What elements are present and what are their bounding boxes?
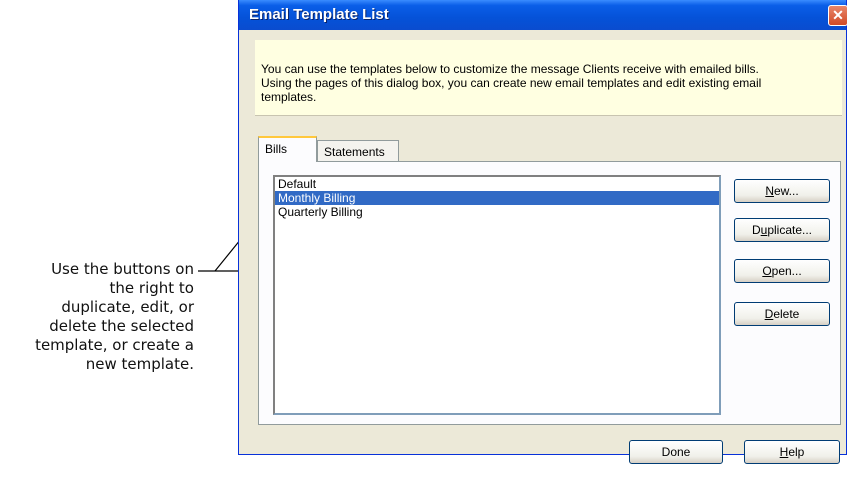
- open-button[interactable]: Open...: [734, 259, 830, 283]
- duplicate-button[interactable]: Duplicate...: [734, 218, 830, 242]
- close-icon: ✕: [832, 7, 844, 23]
- tab-bills[interactable]: Bills: [258, 136, 317, 162]
- delete-mnemonic: D: [764, 307, 774, 321]
- list-item[interactable]: Default: [275, 177, 719, 191]
- info-line: Using the pages of this dialog box, you …: [261, 76, 762, 90]
- tab-statements[interactable]: Statements: [317, 140, 399, 162]
- title-bar[interactable]: Email Template List ✕: [239, 0, 847, 30]
- list-item-selected[interactable]: Monthly Billing: [275, 191, 719, 205]
- delete-label: elete: [773, 307, 800, 321]
- delete-button[interactable]: Delete: [734, 302, 830, 326]
- new-label: ew...: [773, 184, 799, 198]
- duplicate-label: plicate...: [767, 223, 813, 237]
- help-button[interactable]: Help: [744, 440, 840, 464]
- close-button[interactable]: ✕: [828, 5, 847, 26]
- dialog-title: Email Template List: [249, 6, 389, 23]
- template-listbox[interactable]: Default Monthly Billing Quarterly Billin…: [273, 175, 721, 415]
- email-template-dialog: Email Template List ✕ You can use the te…: [238, 0, 847, 464]
- new-mnemonic: N: [765, 184, 774, 198]
- info-line: You can use the templates below to custo…: [261, 62, 759, 76]
- open-mnemonic: O: [762, 264, 772, 278]
- done-label: Done: [661, 445, 691, 459]
- info-line: templates.: [261, 90, 317, 104]
- new-button[interactable]: New...: [734, 179, 830, 203]
- tab-bills-label: Bills: [265, 142, 288, 156]
- list-item[interactable]: Quarterly Billing: [275, 205, 719, 219]
- done-button[interactable]: Done: [629, 440, 723, 464]
- info-banner: You can use the templates below to custo…: [255, 40, 842, 116]
- help-label: elp: [788, 445, 805, 459]
- open-label: pen...: [771, 264, 802, 278]
- tab-statements-label: Statements: [324, 145, 385, 159]
- bills-tab-panel: Default Monthly Billing Quarterly Billin…: [258, 161, 841, 425]
- duplicate-label-start: D: [751, 223, 761, 237]
